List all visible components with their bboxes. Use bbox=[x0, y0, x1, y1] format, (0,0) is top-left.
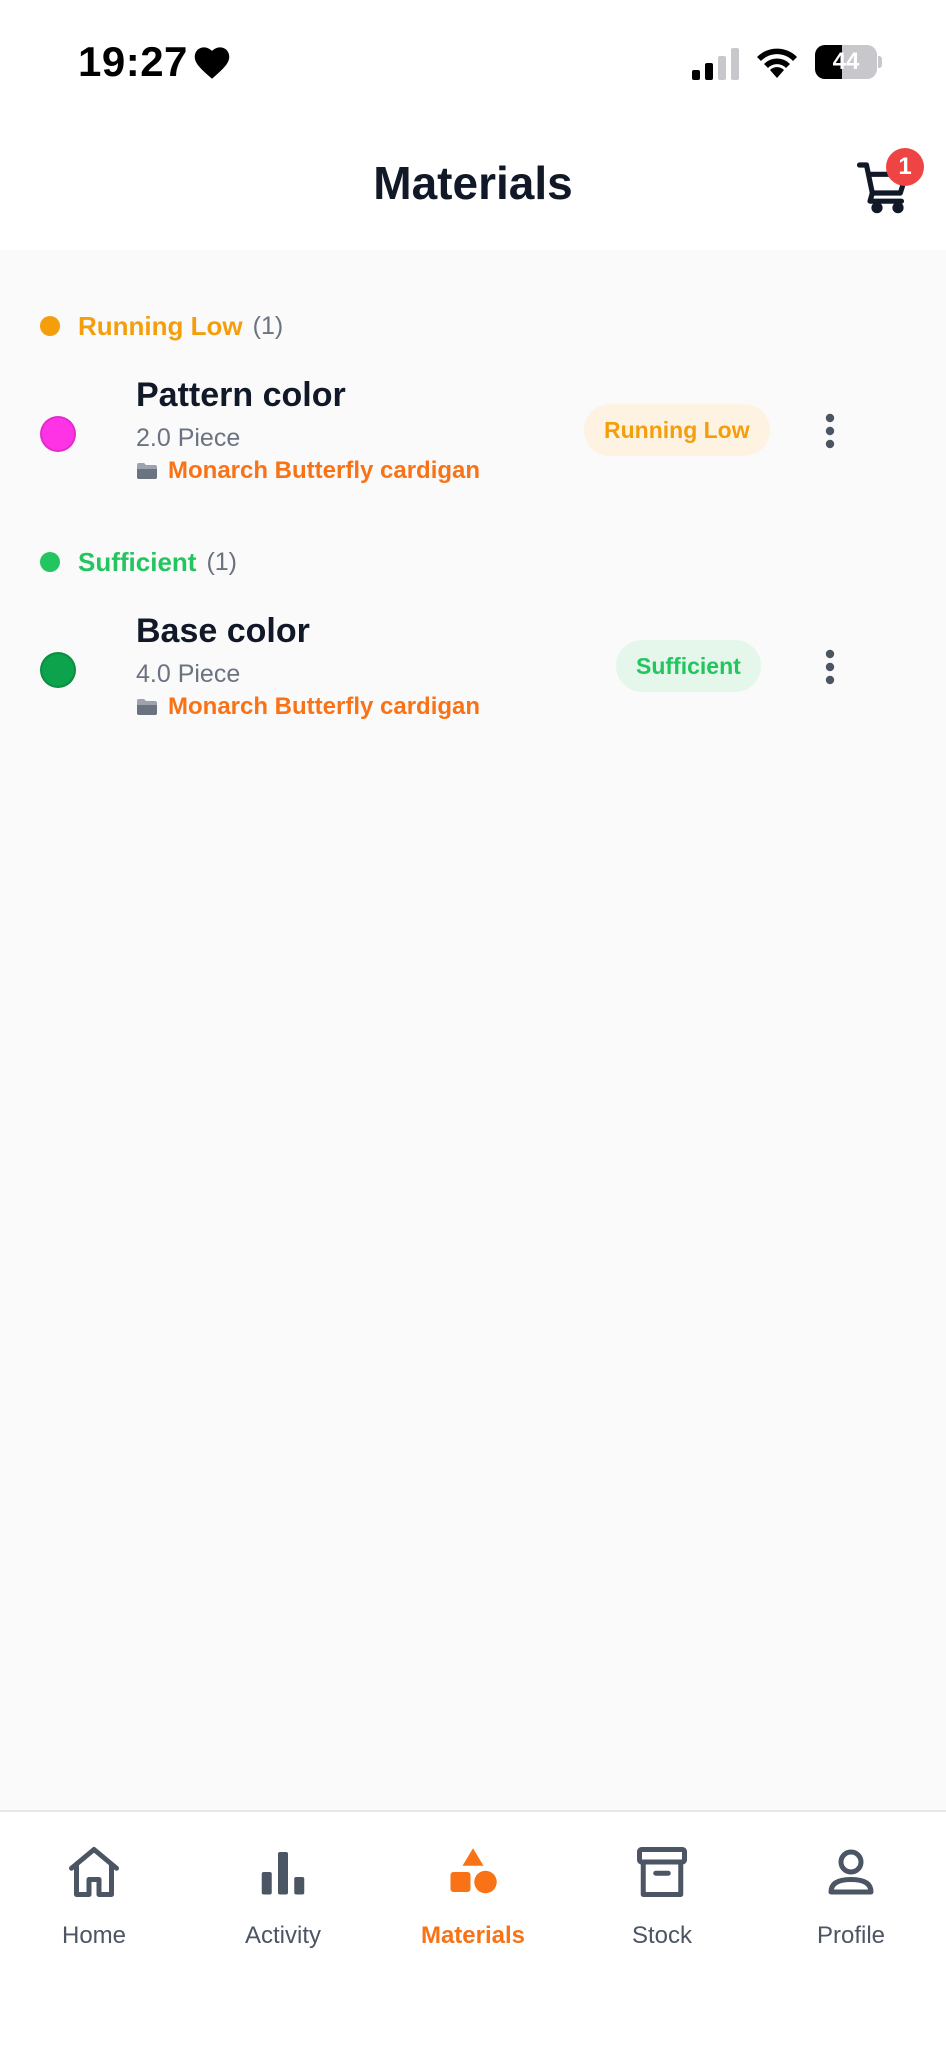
material-name: Pattern color bbox=[136, 376, 346, 414]
wifi-icon bbox=[757, 48, 797, 78]
material-quantity: 2.0 Piece bbox=[136, 424, 241, 452]
cart-button[interactable]: 1 bbox=[850, 148, 924, 218]
nav-item-materials[interactable]: Materials bbox=[393, 1842, 553, 1962]
project-name: Monarch Butterfly cardigan bbox=[168, 457, 481, 484]
section-header-running-low: Running Low (1) bbox=[40, 306, 283, 346]
status-time: 19:27 bbox=[78, 38, 188, 85]
project-name: Monarch Butterfly cardigan bbox=[168, 693, 481, 720]
nav-item-stock[interactable]: Stock bbox=[582, 1842, 742, 1962]
status-bar: 19:27 44 bbox=[0, 0, 946, 118]
page-title: Materials bbox=[373, 157, 573, 209]
bottom-navigation: Home Activity Materials Stock Profile bbox=[0, 1810, 946, 2048]
more-options-button[interactable] bbox=[810, 406, 850, 456]
nav-item-activity[interactable]: Activity bbox=[203, 1842, 363, 1962]
section-count: (1) bbox=[252, 311, 284, 340]
status-dot bbox=[40, 316, 60, 336]
archive-box-icon bbox=[637, 1847, 687, 1897]
status-badge: Sufficient bbox=[616, 640, 761, 692]
folder-icon bbox=[137, 463, 157, 479]
home-icon bbox=[69, 1847, 119, 1897]
user-icon bbox=[828, 1849, 874, 1895]
nav-item-profile[interactable]: Profile bbox=[771, 1842, 931, 1962]
nav-label: Home bbox=[61, 1922, 127, 1949]
material-name: Base color bbox=[136, 612, 310, 650]
bar-chart-icon bbox=[261, 1852, 305, 1895]
more-vertical-icon bbox=[825, 649, 835, 685]
battery-indicator: 44 bbox=[815, 45, 882, 79]
materials-list: Running Low (1) Pattern color 2.0 Piece … bbox=[0, 250, 946, 1810]
more-vertical-icon bbox=[825, 413, 835, 449]
materials-screen: 19:27 44 Materials 1 Running Low (1) Pat… bbox=[0, 0, 946, 2048]
nav-label: Profile bbox=[816, 1922, 886, 1949]
more-options-button[interactable] bbox=[810, 642, 850, 692]
status-badge: Running Low bbox=[584, 404, 770, 456]
material-row[interactable]: Base color 4.0 Piece Monarch Butterfly c… bbox=[0, 612, 946, 742]
section-count: (1) bbox=[206, 547, 238, 576]
section-label: Running Low bbox=[78, 310, 243, 341]
cart-count-badge: 1 bbox=[886, 148, 924, 186]
cellular-signal-icon bbox=[692, 48, 739, 80]
material-row[interactable]: Pattern color 2.0 Piece Monarch Butterfl… bbox=[0, 376, 946, 506]
app-header: Materials 1 bbox=[0, 118, 946, 250]
nav-label: Materials bbox=[420, 1922, 526, 1949]
nav-item-home[interactable]: Home bbox=[14, 1842, 174, 1962]
folder-icon bbox=[137, 699, 157, 715]
status-dot bbox=[40, 552, 60, 572]
shapes-icon bbox=[450, 1848, 497, 1894]
color-swatch bbox=[40, 416, 76, 452]
section-header-sufficient: Sufficient (1) bbox=[40, 542, 237, 582]
color-swatch bbox=[40, 652, 76, 688]
project-link[interactable]: Monarch Butterfly cardigan bbox=[136, 692, 480, 722]
section-label: Sufficient bbox=[78, 546, 197, 577]
nav-label: Activity bbox=[244, 1922, 321, 1949]
nav-label: Stock bbox=[631, 1922, 693, 1949]
material-quantity: 4.0 Piece bbox=[136, 660, 241, 688]
project-link[interactable]: Monarch Butterfly cardigan bbox=[136, 456, 480, 486]
heart-icon bbox=[194, 47, 230, 79]
battery-level: 44 bbox=[832, 48, 860, 75]
